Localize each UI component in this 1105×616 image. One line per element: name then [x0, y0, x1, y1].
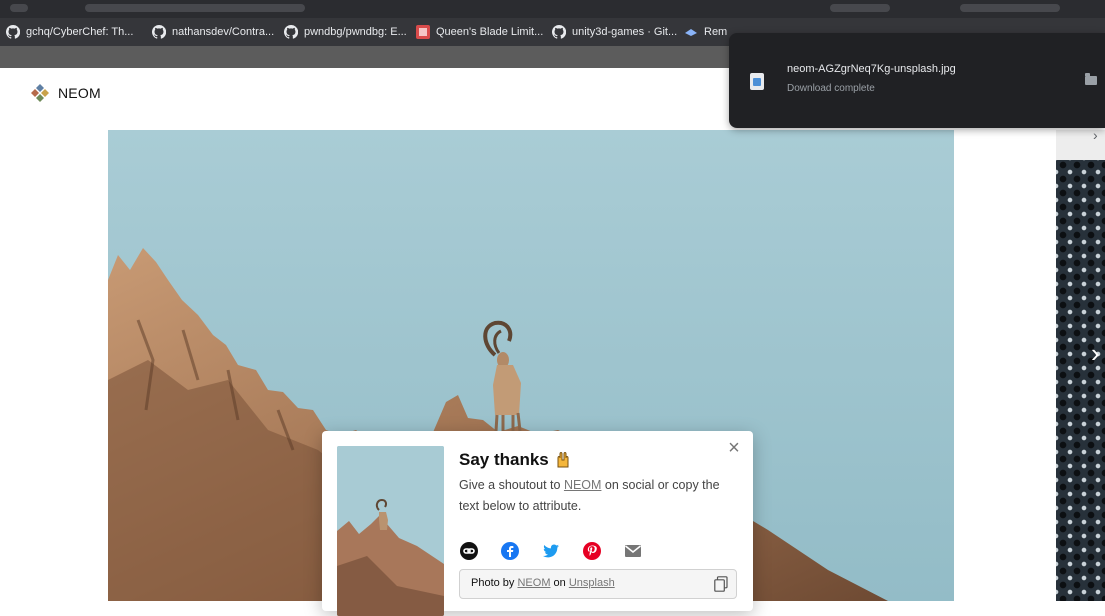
github-icon: [152, 25, 166, 39]
attribution-box[interactable]: Photo by NEOM on Unsplash: [459, 569, 737, 599]
bookmark-queens-blade[interactable]: Queen's Blade Limit...: [416, 18, 543, 46]
attribution-mid: on: [550, 577, 569, 589]
close-icon[interactable]: ×: [725, 438, 743, 458]
dialog-body-text: Give a shoutout to: [459, 478, 564, 492]
next-photo-chevron-icon[interactable]: ›: [1091, 340, 1105, 366]
bookmark-unity3d-games[interactable]: unity3d-games · Git...: [552, 18, 677, 46]
bookmark-label: unity3d-games · Git...: [572, 26, 678, 38]
attribution-prefix: Photo by: [471, 577, 518, 589]
dialog-title-text: Say thanks: [459, 450, 549, 469]
bookmark-cyberchef[interactable]: gchq/CyberChef: Th...: [6, 18, 133, 46]
attribution-site-link[interactable]: Unsplash: [569, 577, 615, 589]
photographer-name[interactable]: NEOM: [58, 85, 101, 101]
attribution-author-link[interactable]: NEOM: [517, 577, 550, 589]
share-buttons: [459, 541, 643, 561]
download-bubble[interactable]: neom-AGZgrNeq7Kg-unsplash.jpg Download c…: [729, 33, 1105, 128]
twitter-share-button[interactable]: [541, 541, 561, 561]
next-mini-chevron-icon[interactable]: ›: [1093, 127, 1098, 143]
raising-hands-icon: [557, 452, 569, 468]
email-share-button[interactable]: [623, 541, 643, 561]
image-file-icon: [750, 73, 764, 90]
link-icon: [460, 542, 478, 560]
bookmark-favicon-icon: [416, 25, 430, 39]
bookmark-label: pwndbg/pwndbg: E...: [304, 26, 407, 38]
facebook-icon: [501, 542, 519, 560]
bookmark-rem[interactable]: Rem: [684, 18, 727, 46]
pinterest-icon: [583, 542, 601, 560]
bookmark-label: Queen's Blade Limit...: [436, 26, 544, 38]
dialog-title: Say thanks: [459, 450, 573, 470]
github-icon: [6, 25, 20, 39]
photographer-link[interactable]: NEOM: [564, 478, 602, 492]
bookmark-label: Rem: [704, 26, 728, 38]
download-filename[interactable]: neom-AGZgrNeq7Kg-unsplash.jpg: [787, 63, 956, 75]
bookmark-label: gchq/CyberChef: Th...: [26, 26, 134, 38]
bookmark-favicon-icon: [685, 29, 697, 36]
github-icon: [552, 25, 566, 39]
copy-icon[interactable]: [714, 576, 728, 592]
page-load-progress-fill: [0, 46, 796, 68]
neom-logo-icon: [31, 84, 49, 102]
copy-link-button[interactable]: [459, 541, 479, 561]
browser-top-strip: [0, 0, 1105, 18]
pinterest-share-button[interactable]: [582, 541, 602, 561]
attribution-text: Photo by NEOM on Unsplash: [471, 577, 615, 589]
bookmark-pwndbg[interactable]: pwndbg/pwndbg: E...: [284, 18, 407, 46]
bookmark-contra[interactable]: nathansdev/Contra...: [152, 18, 274, 46]
dialog-body: Give a shoutout to NEOM on social or cop…: [459, 475, 729, 517]
say-thanks-dialog: × Say thanks Give a shoutout to NEOM on …: [322, 431, 753, 616]
download-status: Download complete: [787, 83, 875, 94]
folder-icon[interactable]: [1085, 73, 1097, 85]
twitter-icon: [542, 544, 559, 558]
facebook-share-button[interactable]: [500, 541, 520, 561]
photo-thumbnail: [337, 446, 444, 616]
bookmark-label: nathansdev/Contra...: [172, 26, 275, 38]
email-icon: [625, 545, 641, 557]
photographer-header[interactable]: NEOM: [30, 83, 101, 103]
github-icon: [284, 25, 298, 39]
